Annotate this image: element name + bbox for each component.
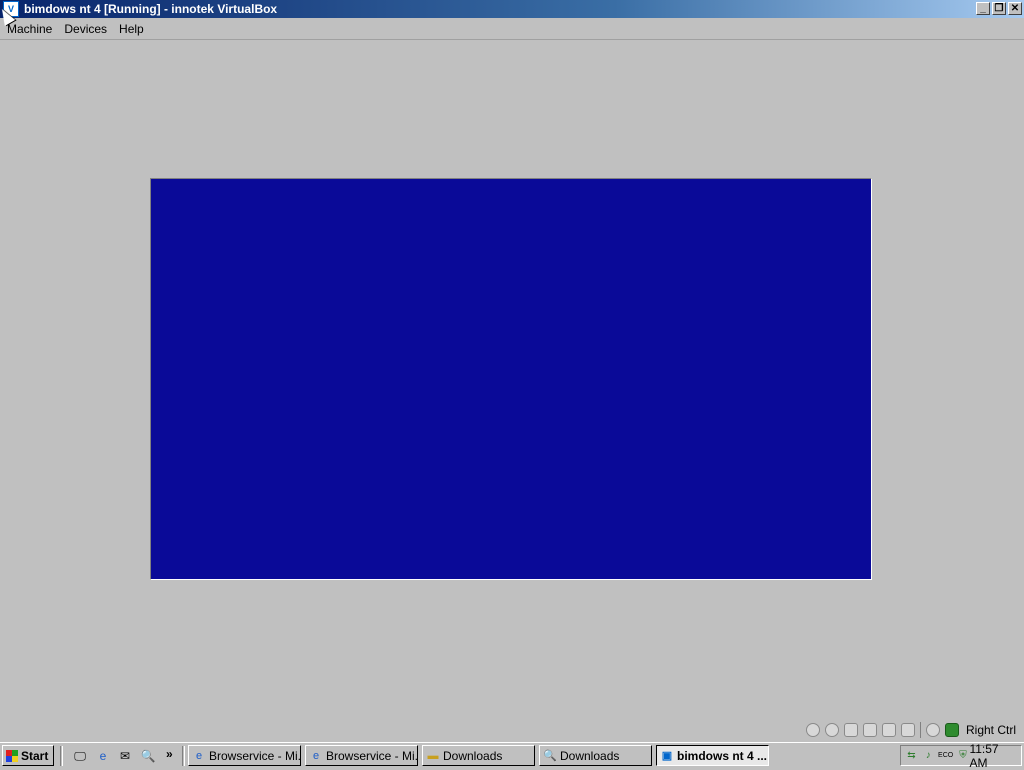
- window-controls: _ ❐ ✕: [976, 2, 1022, 15]
- cd-icon[interactable]: [824, 723, 839, 737]
- host-key-label: Right Ctrl: [965, 723, 1016, 737]
- system-tray: ⇆ ♪ ECO ⛨ 11:57 AM: [900, 742, 1022, 770]
- menu-machine[interactable]: Machine: [2, 22, 57, 36]
- host-key-icon: [944, 723, 959, 737]
- speaker-tray-icon[interactable]: ♪: [922, 749, 935, 763]
- task-label: Browservice - Mi...: [326, 748, 418, 763]
- task-label: Downloads: [443, 748, 503, 763]
- task-button-downloads-2[interactable]: 🔍 Downloads: [539, 745, 652, 766]
- status-separator: [919, 722, 921, 738]
- task-button-downloads-1[interactable]: ▬ Downloads: [422, 745, 535, 766]
- vm-status-bar: Right Ctrl: [0, 718, 1024, 742]
- network-tray-icon[interactable]: ⇆: [905, 749, 918, 763]
- clock[interactable]: 11:57 AM: [969, 742, 1015, 770]
- ie-icon: e: [312, 749, 320, 762]
- menu-bar: Machine Devices Help: [0, 18, 1024, 40]
- menu-devices[interactable]: Devices: [59, 22, 112, 36]
- outlook-icon[interactable]: ✉: [117, 748, 133, 764]
- network-icon[interactable]: [862, 723, 877, 737]
- floppy-icon[interactable]: [843, 723, 858, 737]
- mouse-integration-icon[interactable]: [925, 723, 940, 737]
- explorer-search-icon[interactable]: 🔍: [140, 748, 156, 764]
- vm-display[interactable]: [150, 178, 872, 580]
- start-label: Start: [21, 748, 49, 763]
- task-button-browservice-2[interactable]: e Browservice - Mi...: [305, 745, 418, 766]
- shield-tray-icon[interactable]: ⛨: [957, 749, 970, 763]
- task-button-browservice-1[interactable]: e Browservice - Mi...: [188, 745, 301, 766]
- usb-icon[interactable]: [881, 723, 896, 737]
- task-label: Downloads: [560, 748, 620, 763]
- start-button[interactable]: Start: [2, 745, 54, 766]
- ie-icon: e: [195, 749, 203, 762]
- maximize-button[interactable]: ❐: [992, 2, 1006, 15]
- menu-help[interactable]: Help: [114, 22, 149, 36]
- internet-explorer-icon[interactable]: e: [95, 748, 111, 764]
- taskbar: Start 🖵 e ✉ 🔍 » e Browservice - Mi... e …: [0, 742, 1024, 770]
- hard-disk-icon[interactable]: [805, 723, 820, 737]
- windows-logo-icon: [6, 749, 18, 762]
- task-button-virtualbox[interactable]: ▣ bimdows nt 4 ...: [656, 745, 769, 766]
- virtualbox-icon: ▣: [661, 750, 673, 762]
- task-label: bimdows nt 4 ...: [677, 748, 768, 763]
- eco-tray-icon[interactable]: ECO: [938, 749, 953, 763]
- close-button[interactable]: ✕: [1008, 2, 1022, 15]
- taskbar-grip[interactable]: [182, 746, 185, 766]
- minimize-button[interactable]: _: [976, 2, 990, 15]
- show-desktop-icon[interactable]: 🖵: [72, 748, 88, 764]
- task-label: Browservice - Mi...: [209, 748, 301, 763]
- folder-icon: ▬: [427, 749, 439, 762]
- title-bar[interactable]: V bimdows nt 4 [Running] - innotek Virtu…: [0, 0, 1024, 18]
- shared-folder-icon[interactable]: [900, 723, 915, 737]
- search-folder-icon: 🔍: [543, 750, 557, 762]
- taskbar-grip[interactable]: [60, 746, 63, 766]
- window-title: bimdows nt 4 [Running] - innotek Virtual…: [24, 2, 278, 16]
- quick-launch-more-icon[interactable]: »: [166, 747, 173, 761]
